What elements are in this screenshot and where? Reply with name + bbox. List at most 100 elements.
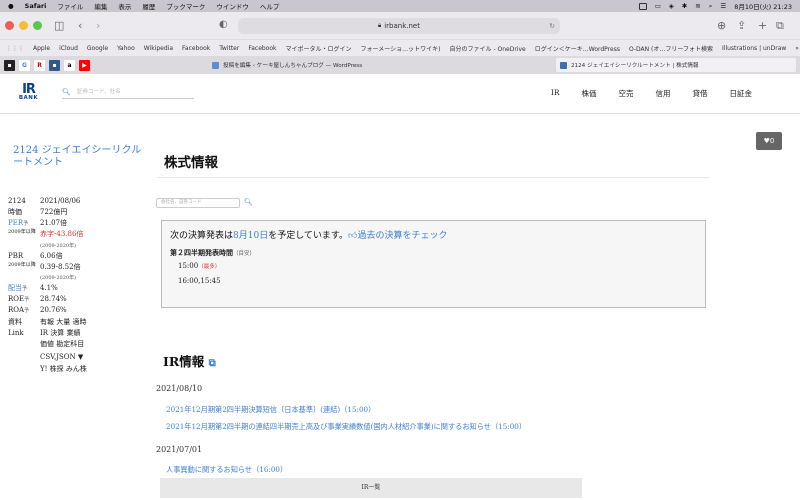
dropbox-icon[interactable]: ◈ — [669, 2, 674, 10]
amazon-pinned-icon[interactable]: a — [64, 59, 75, 71]
privacy-shield-icon[interactable]: ◐ — [219, 19, 228, 30]
bookmarks-grid-icon[interactable]: ⋮⋮⋮ — [6, 45, 24, 52]
dividend-label[interactable]: 配当 — [8, 284, 22, 292]
new-tab-icon[interactable]: + — [758, 19, 767, 32]
bookmark-google[interactable]: Google — [87, 45, 108, 52]
close-window-button[interactable] — [5, 21, 14, 30]
apple-menu-icon[interactable]: ● — [8, 2, 14, 10]
menu-bookmarks[interactable]: ブックマーク — [166, 1, 205, 11]
settlement-date-link[interactable]: 8月10日 — [233, 231, 268, 241]
pinned-tab-icon[interactable]: ▪ — [4, 59, 15, 71]
tab-wordpress[interactable]: 投稿を編集 ‹ ケーキ屋しんちゃんブログ — WordPress — [208, 58, 458, 72]
bookmark-undraw[interactable]: Illustrations | unDraw — [722, 45, 786, 52]
forward-icon[interactable]: › — [96, 19, 100, 32]
irbank-tab-icon — [560, 61, 567, 69]
bookmark-yahoo[interactable]: Yahoo — [117, 45, 135, 52]
bluetooth-icon[interactable]: ✱ — [682, 2, 687, 10]
bookmark-apple[interactable]: Apple — [33, 45, 50, 52]
sidebar-toggle-icon[interactable]: ◫ — [54, 19, 64, 32]
browser-toolbar: ◫ ‹ › ◐ 🔒︎ irbank.net ↻ ⊕ ⇪ + ⧉ — [0, 12, 800, 40]
nav-margin[interactable]: 信用 — [656, 88, 671, 99]
ir-item-link[interactable]: 2021年12月期第2四半期の連結四半期売上高及び事業実績数値(国内人材紹介事業… — [166, 422, 526, 432]
menu-history[interactable]: 履歴 — [142, 1, 155, 11]
bookmark-twitter[interactable]: Twitter — [219, 45, 239, 52]
irbank-logo[interactable]: IR BANK — [16, 83, 41, 104]
tab-bar: ▪ G R ▪ a ▶ 投稿を編集 ‹ ケーキ屋しんちゃんブログ — WordP… — [0, 56, 800, 74]
display-icon[interactable]: ▭ — [655, 2, 661, 10]
nav-jsf[interactable]: 日証金 — [730, 88, 753, 99]
pbr-range-value: 0.39-8.52倍 — [40, 262, 81, 271]
roe-forecast-mark: 予 — [24, 297, 30, 304]
nav-stock-price[interactable]: 株価 — [582, 88, 597, 99]
menu-view[interactable]: 表示 — [118, 1, 131, 11]
bookmark-icloud[interactable]: iCloud — [59, 45, 78, 52]
company-search-input[interactable]: 会社名、証券コード — [156, 198, 240, 208]
download-icon[interactable]: ▼ — [78, 353, 83, 361]
menu-file[interactable]: ファイル — [57, 1, 83, 11]
site-search-input[interactable]: 🔍︎ 証券コード、社名 — [62, 85, 194, 99]
docs-links[interactable]: 有報 大量 適時 — [40, 317, 86, 327]
bookmark-onedrive[interactable]: 自分のファイル - OneDrive — [450, 44, 526, 53]
company-name[interactable]: 2124 ジェイエイシーリクルートメント — [13, 145, 148, 168]
zoom-window-button[interactable] — [33, 21, 42, 30]
pbr-label[interactable]: PBR — [8, 251, 40, 261]
menu-edit[interactable]: 編集 — [94, 1, 107, 11]
stock-code[interactable]: 2124 — [8, 196, 40, 206]
bookmark-facebook-2[interactable]: Facebook — [248, 45, 276, 52]
bookmark-wikipedia[interactable]: Wikipedia — [144, 45, 173, 52]
tab-overview-icon[interactable]: ⧉ — [776, 19, 784, 33]
links-row-2[interactable]: 価値 勘定科目 — [40, 339, 84, 349]
external-link-icon[interactable]: ⧉ — [209, 358, 216, 369]
menubar-clock[interactable]: 8月10日(火) 21:23 — [734, 1, 792, 11]
ir-list-button[interactable]: IR一覧 — [160, 478, 582, 498]
back-icon[interactable]: ‹ — [78, 19, 82, 32]
lock-icon: 🔒︎ — [378, 22, 382, 29]
time-2: 16:00,15:45 — [178, 277, 221, 285]
roa-label: ROA — [8, 306, 25, 315]
csv-json-link[interactable]: CSV,JSON — [40, 353, 76, 361]
google-pinned-icon[interactable]: G — [19, 59, 30, 71]
share-icon[interactable]: ⇪ — [737, 19, 746, 32]
per-forecast-mark: 予 — [23, 221, 29, 228]
favorite-button[interactable]: ♥0 — [756, 132, 782, 150]
nav-ir[interactable]: IR — [551, 88, 560, 99]
menu-window[interactable]: ウインドウ — [216, 1, 249, 11]
minimize-window-button[interactable] — [19, 21, 28, 30]
search-icon: 🔍︎ — [62, 88, 71, 96]
bookmark-wordpress-login[interactable]: ログイン＜ケーキ…WordPress — [535, 44, 620, 53]
bookmark-myportal[interactable]: マイポータル・ログイン — [286, 44, 352, 53]
nav-short-selling[interactable]: 空売 — [619, 88, 634, 99]
ir-item-link[interactable]: 2021年12月期第2四半期決算短信〔日本基準〕(連結)（15:00） — [166, 405, 375, 415]
reload-icon[interactable]: ↻ — [549, 22, 555, 30]
control-center-icon[interactable]: ☰ — [720, 2, 726, 10]
menu-help[interactable]: ヘルプ — [260, 1, 280, 11]
search-icon[interactable]: 🔍︎ — [244, 198, 253, 206]
tab-irbank[interactable]: 2124 ジェイエイシーリクルートメント | 株式情報 — [556, 58, 796, 72]
logo-bottom: BANK — [18, 95, 39, 101]
bookmarks-more-icon[interactable]: » — [795, 45, 799, 52]
youtube-pinned-icon[interactable]: ▶ — [79, 59, 90, 71]
roa-value: 20.76% — [40, 306, 67, 315]
per-label[interactable]: PER — [8, 219, 23, 227]
wifi-icon[interactable]: ≋ — [695, 2, 700, 10]
screen-mirror-icon[interactable] — [638, 2, 647, 10]
pinned-tab-r-icon[interactable]: R — [34, 59, 45, 71]
search-icon[interactable]: ⌕ — [709, 2, 713, 11]
price-date[interactable]: 2021/08/06 — [40, 196, 80, 206]
bookmark-facebook[interactable]: Facebook — [182, 45, 210, 52]
pinned-tab-blue-icon[interactable]: ▪ — [49, 59, 60, 71]
bookmark-odan[interactable]: O-DAN (オ…フリーフォト検索 — [629, 44, 713, 53]
settlement-post: を予定しています。 — [268, 231, 349, 241]
menu-app-name[interactable]: Safari — [25, 2, 47, 10]
nav-lending[interactable]: 貸借 — [693, 88, 708, 99]
ir-item-link[interactable]: 人事異動に関するお知らせ（16:00） — [166, 465, 287, 475]
links-row-1[interactable]: IR 決算 業績 — [40, 328, 81, 338]
downloads-icon[interactable]: ⊕ — [717, 19, 726, 32]
bookmark-formation[interactable]: フォーメーショ…ットワイキ) — [361, 44, 441, 53]
roa-forecast-mark: 予 — [24, 308, 30, 315]
time-1: 15:00 — [178, 262, 199, 270]
address-bar[interactable]: 🔒︎ irbank.net ↻ — [238, 18, 560, 34]
macos-menubar: ● Safari ファイル 編集 表示 履歴 ブックマーク ウインドウ ヘルプ … — [0, 0, 800, 12]
links-row-4[interactable]: Y! 株探 みん株 — [40, 364, 87, 374]
past-settlement-link[interactable]: 過去の決算をチェック — [357, 231, 447, 241]
